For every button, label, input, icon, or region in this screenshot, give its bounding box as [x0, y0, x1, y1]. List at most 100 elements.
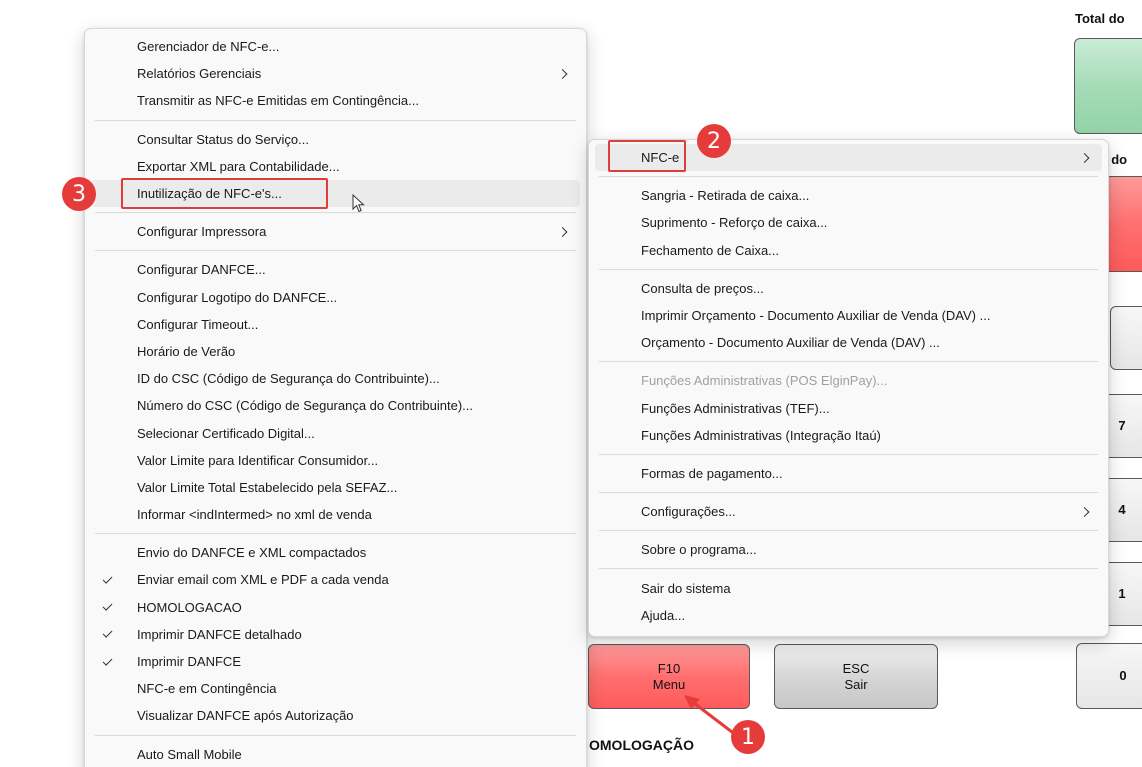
menu-item-numero-csc[interactable]: Número do CSC (Código de Segurança do Co…: [91, 392, 580, 419]
menu-item-label: Formas de pagamento...: [641, 465, 783, 481]
chevron-right-icon: [1079, 506, 1090, 517]
menu-item-label: Gerenciador de NFC-e...: [137, 39, 280, 55]
menu-item-relatorios-gerenciais[interactable]: Relatórios Gerenciais: [91, 60, 580, 87]
menu-item-label: Imprimir DANFCE detalhado: [137, 626, 302, 642]
menu-item-envio-compactados[interactable]: Envio do DANFCE e XML compactados: [91, 539, 580, 566]
menu-separator: [599, 268, 1098, 270]
menu-separator: [599, 568, 1098, 570]
numpad-1-label: 1: [1118, 586, 1126, 601]
menu-item-label: Consulta de preços...: [641, 280, 764, 296]
menu-item-label: Transmitir as NFC-e Emitidas em Contingê…: [137, 93, 419, 109]
submenu-item-funcoes-pos: Funções Administrativas (POS ElginPay)..…: [595, 367, 1102, 394]
menu-item-label: Relatórios Gerenciais: [137, 66, 262, 82]
esc-key-label: ESC: [842, 660, 870, 676]
menu-item-label: Valor Limite para Identificar Consumidor…: [137, 452, 379, 468]
menu-item-configurar-timeout[interactable]: Configurar Timeout...: [91, 311, 580, 338]
submenu-item-configuracoes[interactable]: Configurações...: [595, 498, 1102, 525]
menu-item-label: Imprimir Orçamento - Documento Auxiliar …: [641, 308, 991, 324]
submenu-item-funcoes-tef[interactable]: Funções Administrativas (TEF)...: [595, 395, 1102, 422]
menu-item-label: Selecionar Certificado Digital...: [137, 425, 315, 441]
submenu-item-orcamento[interactable]: Orçamento - Documento Auxiliar de Venda …: [595, 329, 1102, 356]
exit-esc-button[interactable]: ESC Sair: [774, 644, 938, 709]
menu-item-label: Horário de Verão: [137, 343, 236, 359]
menu-item-imprimir-danfce-detalhado[interactable]: Imprimir DANFCE detalhado: [91, 621, 580, 648]
menu-item-label: Sair do sistema: [641, 580, 731, 596]
submenu-item-sair[interactable]: Sair do sistema: [595, 574, 1102, 601]
menu-item-label: Sangria - Retirada de caixa...: [641, 188, 810, 204]
menu-item-label: Informar <indIntermed> no xml de venda: [137, 507, 372, 523]
menu-item-id-csc[interactable]: ID do CSC (Código de Segurança do Contri…: [91, 365, 580, 392]
menu-item-transmitir-contingencia[interactable]: Transmitir as NFC-e Emitidas em Contingê…: [91, 87, 580, 114]
menu-separator: [599, 176, 1098, 178]
menu-item-selecionar-certificado[interactable]: Selecionar Certificado Digital...: [91, 419, 580, 446]
step-3-badge: 3: [62, 177, 96, 211]
menu-separator: [95, 533, 576, 535]
side-button[interactable]: [1110, 306, 1142, 370]
submenu-item-consulta-precos[interactable]: Consulta de preços...: [595, 275, 1102, 302]
total-label: Total do: [1075, 11, 1125, 26]
menu-item-label: Exportar XML para Contabilidade...: [137, 158, 340, 174]
menu-item-gerenciador-nfce[interactable]: Gerenciador de NFC-e...: [91, 33, 580, 60]
menu-item-auto-small-mobile[interactable]: Auto Small Mobile: [91, 741, 580, 767]
menu-item-label: Configurar Timeout...: [137, 316, 259, 332]
menu-item-label: Sobre o programa...: [641, 542, 757, 558]
menu-item-horario-verao[interactable]: Horário de Verão: [91, 338, 580, 365]
menu-item-configurar-danfce[interactable]: Configurar DANFCE...: [91, 256, 580, 283]
menu-item-label: Imprimir DANFCE: [137, 654, 241, 670]
numpad-7-label: 7: [1118, 418, 1126, 433]
menu-item-valor-limite-consumidor[interactable]: Valor Limite para Identificar Consumidor…: [91, 447, 580, 474]
chevron-right-icon: [1079, 152, 1090, 163]
menu-item-homologacao[interactable]: HOMOLOGACAO: [91, 594, 580, 621]
total-display-box: [1074, 38, 1142, 134]
submenu-item-formas-pagamento[interactable]: Formas de pagamento...: [595, 460, 1102, 487]
menu-item-label: Valor Limite Total Estabelecido pela SEF…: [137, 479, 398, 495]
chevron-right-icon: [557, 68, 568, 79]
menu-separator: [599, 530, 1098, 532]
menu-item-exportar-xml[interactable]: Exportar XML para Contabilidade...: [91, 153, 580, 180]
chevron-right-icon: [557, 226, 568, 237]
submenu-item-sangria[interactable]: Sangria - Retirada de caixa...: [595, 182, 1102, 209]
menu-item-inutilizacao-nfce[interactable]: Inutilização de NFC-e's...: [91, 179, 580, 208]
menu-item-label: Funções Administrativas (POS ElginPay)..…: [641, 373, 888, 389]
menu-item-label: Ajuda...: [641, 607, 686, 623]
submenu-item-funcoes-itau[interactable]: Funções Administrativas (Integração Itaú…: [595, 422, 1102, 449]
submenu-item-imprimir-orcamento[interactable]: Imprimir Orçamento - Documento Auxiliar …: [595, 302, 1102, 329]
submenu-item-ajuda[interactable]: Ajuda...: [595, 602, 1102, 629]
menu-item-label: Funções Administrativas (TEF)...: [641, 400, 830, 416]
menu-item-valor-limite-sefaz[interactable]: Valor Limite Total Estabelecido pela SEF…: [91, 474, 580, 501]
numpad-4-label: 4: [1118, 502, 1126, 517]
menu-item-configurar-impressora[interactable]: Configurar Impressora: [91, 218, 580, 245]
menu-item-label: Suprimento - Reforço de caixa...: [641, 215, 828, 231]
menu-item-nfce-contingencia[interactable]: NFC-e em Contingência: [91, 675, 580, 702]
menu-item-visualizar-danfce[interactable]: Visualizar DANFCE após Autorização: [91, 702, 580, 729]
menu-item-label: Configurar Impressora: [137, 224, 267, 240]
sub-context-menu: NFC-e Sangria - Retirada de caixa... Sup…: [588, 139, 1109, 637]
menu-item-informar-indintermed[interactable]: Informar <indIntermed> no xml de venda: [91, 501, 580, 528]
menu-item-configurar-logotipo[interactable]: Configurar Logotipo do DANFCE...: [91, 284, 580, 311]
menu-item-label: Inutilização de NFC-e's...: [137, 186, 282, 202]
submenu-item-fechamento-caixa[interactable]: Fechamento de Caixa...: [595, 237, 1102, 264]
menu-item-imprimir-danfce[interactable]: Imprimir DANFCE: [91, 648, 580, 675]
checkmark-icon: [102, 655, 113, 666]
menu-item-label: Enviar email com XML e PDF a cada venda: [137, 572, 389, 588]
submenu-item-sobre[interactable]: Sobre o programa...: [595, 536, 1102, 563]
submenu-item-nfce[interactable]: NFC-e: [595, 144, 1102, 172]
submenu-item-suprimento[interactable]: Suprimento - Reforço de caixa...: [595, 209, 1102, 236]
menu-item-label: Configurar Logotipo do DANFCE...: [137, 289, 338, 305]
checkmark-icon: [102, 573, 113, 584]
step-2-badge: 2: [697, 124, 731, 158]
menu-separator: [95, 212, 576, 214]
menu-item-label: Configurar DANFCE...: [137, 262, 266, 278]
menu-item-label: NFC-e em Contingência: [137, 681, 277, 697]
menu-item-label: Configurações...: [641, 504, 736, 520]
menu-item-label: Fechamento de Caixa...: [641, 242, 780, 258]
menu-item-label: Visualizar DANFCE após Autorização: [137, 708, 354, 724]
menu-item-label: Orçamento - Documento Auxiliar de Venda …: [641, 335, 940, 351]
menu-separator: [599, 492, 1098, 494]
menu-separator: [599, 453, 1098, 455]
menu-item-consultar-status[interactable]: Consultar Status do Serviço...: [91, 126, 580, 153]
menu-item-enviar-email[interactable]: Enviar email com XML e PDF a cada venda: [91, 566, 580, 593]
mouse-cursor-icon: [352, 194, 365, 213]
menu-item-label: ID do CSC (Código de Segurança do Contri…: [137, 371, 440, 387]
numpad-0-button[interactable]: 0: [1076, 643, 1142, 709]
